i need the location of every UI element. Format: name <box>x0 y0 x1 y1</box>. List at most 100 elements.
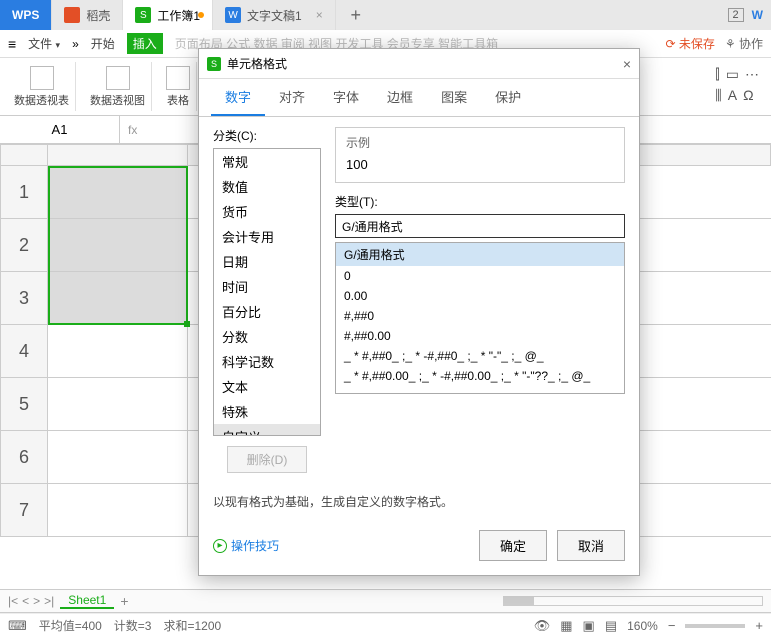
tab-align[interactable]: 对齐 <box>265 79 319 116</box>
category-item[interactable]: 数值 <box>214 174 320 199</box>
category-item[interactable]: 日期 <box>214 249 320 274</box>
wps-tab[interactable]: WPS <box>0 0 52 30</box>
close-icon[interactable]: × <box>623 56 631 72</box>
category-item[interactable]: 时间 <box>214 274 320 299</box>
grid-view-icon[interactable]: ▦ <box>560 618 572 634</box>
tab-protect[interactable]: 保护 <box>481 79 535 116</box>
row-header[interactable]: 4 <box>0 325 48 378</box>
chart-icon[interactable]: ⫿ <box>715 66 719 83</box>
eye-icon[interactable]: 👁 <box>534 618 551 634</box>
zoom-slider[interactable] <box>685 624 745 628</box>
cell[interactable] <box>48 166 188 219</box>
dialog-title: 单元格格式 <box>227 55 287 72</box>
menu-insert[interactable]: 插入 <box>127 33 163 54</box>
doc-icon: W <box>225 7 241 23</box>
fx-icon[interactable]: fx <box>120 123 137 137</box>
name-box[interactable]: A1 <box>0 116 120 143</box>
cancel-button[interactable]: 取消 <box>557 530 625 561</box>
dialog-titlebar[interactable]: S 单元格格式 × <box>199 49 639 79</box>
more-icon[interactable]: ⋯ <box>745 66 759 83</box>
keyboard-icon[interactable]: ⌨ <box>8 618 27 634</box>
row-header[interactable]: 1 <box>0 166 48 219</box>
category-item[interactable]: 文本 <box>214 374 320 399</box>
type-input[interactable] <box>335 214 625 238</box>
chevron-right-icon[interactable]: » <box>72 37 79 51</box>
type-item[interactable]: #,##0.00 <box>336 326 624 346</box>
zoom-in-icon[interactable]: + <box>755 618 763 633</box>
hamburger-icon[interactable]: ≡ <box>8 36 16 52</box>
cell[interactable] <box>48 219 188 272</box>
cell[interactable] <box>48 484 188 537</box>
select-all-corner[interactable] <box>0 144 48 166</box>
col-header-a[interactable] <box>48 144 188 166</box>
scrollbar-thumb[interactable] <box>504 597 534 605</box>
text-icon[interactable]: A <box>728 87 737 104</box>
table-button[interactable]: 表格 <box>160 62 197 111</box>
zoom-out-icon[interactable]: − <box>668 618 676 633</box>
sheet-first-icon[interactable]: |< <box>8 594 18 608</box>
sheet-tab[interactable]: Sheet1 <box>60 593 114 609</box>
symbol-icon[interactable]: Ω <box>743 87 753 104</box>
tab-border[interactable]: 边框 <box>373 79 427 116</box>
tips-link[interactable]: ▸操作技巧 <box>213 537 279 554</box>
tab-pattern[interactable]: 图案 <box>427 79 481 116</box>
ok-button[interactable]: 确定 <box>479 530 547 561</box>
category-item[interactable]: 常规 <box>214 149 320 174</box>
wps-label: WPS <box>12 8 39 22</box>
collab-button[interactable]: ⚘ 协作 <box>725 35 763 52</box>
category-list[interactable]: 常规数值货币会计专用日期时间百分比分数科学记数文本特殊自定义 <box>213 148 321 436</box>
doc-label: 文字文稿1 <box>247 7 302 24</box>
reading-view-icon[interactable]: ▤ <box>605 618 617 634</box>
cell[interactable] <box>48 378 188 431</box>
type-list[interactable]: G/通用格式00.00#,##0#,##0.00_ * #,##0_ ;_ * … <box>335 242 625 394</box>
shape-icon[interactable]: ▭ <box>726 66 739 83</box>
category-item[interactable]: 科学记数 <box>214 349 320 374</box>
type-item[interactable]: 0 <box>336 266 624 286</box>
cell[interactable] <box>48 431 188 484</box>
add-sheet-button[interactable]: + <box>120 593 128 609</box>
cell[interactable] <box>48 272 188 325</box>
pivot-chart-button[interactable]: 数据透视图 <box>84 62 152 111</box>
type-item[interactable]: 0.00 <box>336 286 624 306</box>
wps-logo-icon[interactable]: W <box>752 8 763 22</box>
type-item[interactable]: #,##0 <box>336 306 624 326</box>
category-item[interactable]: 货币 <box>214 199 320 224</box>
zoom-value[interactable]: 160% <box>627 619 658 633</box>
row-header[interactable]: 5 <box>0 378 48 431</box>
workbook-tab[interactable]: S工作簿1 <box>123 0 213 30</box>
row-header[interactable]: 3 <box>0 272 48 325</box>
close-icon[interactable]: × <box>316 8 323 22</box>
category-item[interactable]: 自定义 <box>214 424 320 436</box>
line-chart-icon[interactable]: ⫼ <box>715 87 721 104</box>
page-view-icon[interactable]: ▣ <box>583 618 595 634</box>
dialog-tabs: 数字 对齐 字体 边框 图案 保护 <box>199 79 639 117</box>
pivot-table-button[interactable]: 数据透视表 <box>8 62 76 111</box>
row-header[interactable]: 6 <box>0 431 48 484</box>
pivot-table-icon <box>30 66 54 90</box>
file-menu[interactable]: 文件 ▾ <box>22 35 66 52</box>
category-item[interactable]: 特殊 <box>214 399 320 424</box>
doc-tab[interactable]: W 文字文稿1 × <box>213 0 336 30</box>
daoqiao-tab[interactable]: 稻壳 <box>52 0 123 30</box>
sheet-next-icon[interactable]: > <box>33 594 40 608</box>
row-header[interactable]: 7 <box>0 484 48 537</box>
menu-start[interactable]: 开始 <box>85 35 121 52</box>
category-item[interactable]: 会计专用 <box>214 224 320 249</box>
type-item[interactable]: G/通用格式 <box>336 243 624 266</box>
tab-font[interactable]: 字体 <box>319 79 373 116</box>
sheet-last-icon[interactable]: >| <box>44 594 54 608</box>
type-item[interactable]: _ * #,##0.00_ ;_ * -#,##0.00_ ;_ * "-"??… <box>336 366 624 386</box>
category-item[interactable]: 分数 <box>214 324 320 349</box>
category-item[interactable]: 百分比 <box>214 299 320 324</box>
tab-number[interactable]: 数字 <box>211 79 265 116</box>
add-tab-button[interactable]: + <box>336 0 376 30</box>
status-avg: 平均值=400 <box>39 617 102 634</box>
sheet-prev-icon[interactable]: < <box>22 594 29 608</box>
sheet-nav: |< < > >| <box>8 594 54 608</box>
cell[interactable] <box>48 325 188 378</box>
window-badge[interactable]: 2 <box>728 8 744 22</box>
unsaved-indicator[interactable]: ⟳ 未保存 <box>665 35 714 52</box>
type-item[interactable]: _ * #,##0_ ;_ * -#,##0_ ;_ * "-"_ ;_ @_ <box>336 346 624 366</box>
row-header[interactable]: 2 <box>0 219 48 272</box>
horizontal-scrollbar[interactable] <box>503 596 763 606</box>
